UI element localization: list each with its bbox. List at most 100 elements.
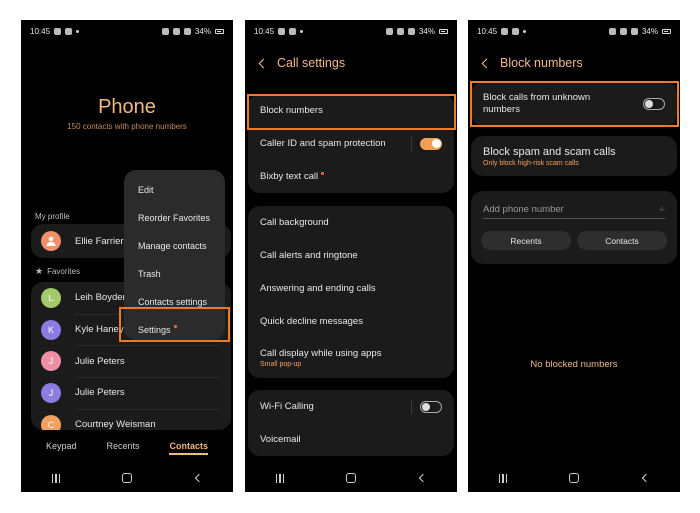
recent-apps-icon[interactable]	[275, 473, 285, 483]
page-title: Block numbers	[500, 56, 583, 70]
recent-apps-icon[interactable]	[498, 473, 508, 483]
contacts-count: 150 contacts with phone numbers	[67, 122, 187, 131]
call-display-item[interactable]: Call display while using apps Small pop-…	[248, 338, 454, 378]
signal-icon	[183, 27, 191, 35]
voicemail-item[interactable]: Voicemail	[248, 423, 454, 456]
contacts-button[interactable]: Contacts	[577, 231, 667, 250]
source-buttons: Recents Contacts	[471, 219, 677, 250]
phone-screen-call-settings: 10:45 34% Call settings Block numbers Ca…	[245, 20, 457, 492]
call-background-item[interactable]: Call background	[248, 206, 454, 239]
home-icon[interactable]	[568, 473, 579, 483]
back-arrow-icon[interactable]	[258, 58, 269, 68]
message-icon	[512, 27, 520, 35]
home-icon[interactable]	[345, 473, 356, 483]
battery-percent: 34%	[194, 26, 211, 36]
more-notifications-icon	[76, 29, 80, 33]
notification-icon	[54, 27, 62, 35]
empty-state-text: No blocked numbers	[530, 359, 618, 370]
home-icon[interactable]	[121, 473, 132, 483]
menu-item-manage-contacts[interactable]: Manage contacts	[124, 232, 225, 260]
caller-id-toggle[interactable]	[420, 137, 442, 150]
wifi-icon	[619, 27, 627, 35]
alarm-icon	[608, 27, 616, 35]
message-icon	[65, 27, 73, 35]
alarm-icon	[385, 27, 393, 35]
list-item[interactable]: C Courtney Weisman	[31, 408, 231, 430]
person-icon	[46, 236, 56, 246]
add-number-field: +	[483, 201, 665, 219]
message-icon	[289, 27, 297, 35]
spam-group: Block spam and scam calls Only block hig…	[471, 136, 677, 176]
system-nav-bar	[21, 464, 233, 492]
status-time: 10:45	[30, 26, 51, 36]
settings-group-network: Wi-Fi Calling Voicemail	[248, 390, 454, 456]
contact-avatar: J	[41, 351, 61, 372]
new-badge-dot	[321, 172, 325, 175]
wifi-icon	[396, 27, 404, 35]
toggle-divider	[411, 399, 412, 414]
contact-avatar: K	[41, 319, 61, 340]
my-profile-label: My profile	[35, 212, 70, 221]
settings-group-call: Call background Call alerts and ringtone…	[248, 206, 454, 378]
caller-id-item[interactable]: Caller ID and spam protection	[248, 127, 454, 160]
favorites-label: ★ Favorites	[35, 266, 80, 276]
phone-screen-block-numbers: 10:45 34% Block numbers Block calls from…	[468, 20, 680, 492]
back-arrow-icon[interactable]	[481, 58, 492, 68]
system-nav-bar	[245, 464, 457, 492]
menu-item-reorder-favorites[interactable]: Reorder Favorites	[124, 204, 225, 232]
status-time: 10:45	[254, 26, 275, 36]
list-item[interactable]: J Julie Peters	[31, 345, 231, 377]
bixby-text-call-item[interactable]: Bixby text call	[248, 160, 454, 193]
add-number-group: + Recents Contacts	[471, 191, 677, 264]
status-bar: 10:45 34%	[468, 20, 680, 42]
highlight-block-unknown	[470, 81, 679, 127]
battery-icon	[439, 28, 448, 34]
phone-screen-contacts: 10:45 34% Phone 150 contacts with phone …	[21, 20, 233, 492]
highlight-block-numbers	[247, 94, 456, 130]
contact-name: Leih Boyden	[75, 292, 128, 304]
back-nav-icon[interactable]	[642, 473, 651, 483]
battery-percent: 34%	[418, 26, 435, 36]
wifi-calling-item[interactable]: Wi-Fi Calling	[248, 390, 454, 423]
quick-decline-item[interactable]: Quick decline messages	[248, 305, 454, 338]
contact-avatar: J	[41, 382, 61, 403]
menu-item-edit[interactable]: Edit	[124, 176, 225, 204]
wifi-calling-toggle[interactable]	[420, 400, 442, 413]
battery-icon	[215, 28, 224, 34]
wifi-icon	[172, 27, 180, 35]
profile-avatar	[41, 231, 61, 251]
add-phone-number-input[interactable]	[483, 204, 633, 215]
tab-contacts[interactable]: Contacts	[169, 441, 208, 455]
alarm-icon	[161, 27, 169, 35]
signal-icon	[407, 27, 415, 35]
recents-button[interactable]: Recents	[481, 231, 571, 250]
more-notifications-icon	[300, 29, 304, 33]
contact-avatar: C	[41, 414, 61, 430]
page-header: Block numbers	[480, 56, 583, 70]
back-nav-icon[interactable]	[195, 473, 204, 483]
battery-percent: 34%	[641, 26, 658, 36]
contact-name: Kyle Haney	[75, 324, 124, 336]
tab-keypad[interactable]: Keypad	[46, 441, 77, 455]
contact-name: Julie Peters	[75, 387, 125, 399]
page-header: Call settings	[257, 56, 345, 70]
screenshot-stage: 10:45 34% Phone 150 contacts with phone …	[0, 0, 700, 513]
signal-icon	[630, 27, 638, 35]
contact-name: Courtney Weisman	[75, 419, 156, 430]
tab-recents[interactable]: Recents	[106, 441, 139, 455]
menu-item-trash[interactable]: Trash	[124, 260, 225, 288]
back-nav-icon[interactable]	[419, 473, 428, 483]
more-notifications-icon	[523, 29, 527, 33]
answering-ending-item[interactable]: Answering and ending calls	[248, 272, 454, 305]
notification-icon	[501, 27, 509, 35]
status-bar: 10:45 34%	[245, 20, 457, 42]
recent-apps-icon[interactable]	[51, 473, 61, 483]
plus-icon[interactable]: +	[659, 204, 665, 216]
call-alerts-item[interactable]: Call alerts and ringtone	[248, 239, 454, 272]
toggle-divider	[411, 136, 412, 151]
block-spam-item[interactable]: Block spam and scam calls Only block hig…	[471, 136, 677, 176]
contact-name: Julie Peters	[75, 355, 125, 367]
system-nav-bar	[468, 464, 680, 492]
highlight-settings	[119, 307, 230, 342]
list-item[interactable]: J Julie Peters	[31, 377, 231, 409]
